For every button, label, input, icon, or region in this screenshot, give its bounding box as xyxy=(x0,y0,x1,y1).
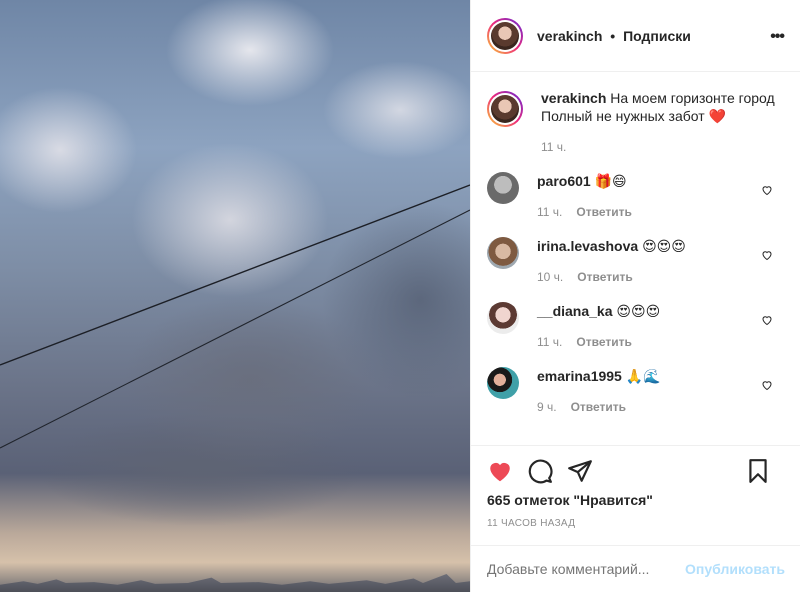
caption: verakinch На моем горизонте город Полный… xyxy=(487,89,785,154)
separator-dot: • xyxy=(610,27,616,44)
comment-text: 🙏🌊 xyxy=(625,369,661,385)
like-comment-heart-icon[interactable] xyxy=(761,249,773,261)
post-timestamp: 11 ЧАСОВ НАЗАД xyxy=(487,518,576,529)
comment-username[interactable]: irina.levashova xyxy=(537,238,638,254)
post-header: verakinch • Подписки ••• xyxy=(471,0,800,72)
comment-item: paro601 🎁😄 11 ч. Ответить xyxy=(487,172,785,219)
share-icon[interactable] xyxy=(567,458,593,484)
likes-count[interactable]: 665 отметок "Нравится" xyxy=(487,492,785,508)
comment-text: 🎁😄 xyxy=(594,174,627,190)
comment-item: irina.levashova 😍😍😍 10 ч. Ответить xyxy=(487,237,785,284)
comment-item: __diana_ka 😍😍😍 11 ч. Ответить xyxy=(487,302,785,349)
caption-avatar[interactable] xyxy=(487,91,523,127)
more-horizontal-icon[interactable]: ••• xyxy=(770,28,785,46)
add-comment-bar: Опубликовать xyxy=(471,545,800,592)
reply-button[interactable]: Ответить xyxy=(577,270,632,284)
comment-avatar[interactable] xyxy=(487,237,519,269)
post-photo[interactable] xyxy=(0,0,470,592)
comment-username[interactable]: paro601 xyxy=(537,173,591,189)
following-button[interactable]: Подписки xyxy=(623,28,691,44)
like-heart-icon[interactable] xyxy=(487,458,513,484)
comment-time: 11 ч. xyxy=(537,205,563,219)
power-lines xyxy=(0,184,470,449)
like-comment-heart-icon[interactable] xyxy=(761,184,773,196)
reply-button[interactable]: Ответить xyxy=(576,335,631,349)
comment-icon[interactable] xyxy=(527,458,553,484)
comment-time: 9 ч. xyxy=(537,400,557,414)
comment-time: 11 ч. xyxy=(537,335,563,349)
comment-item: emarina1995 🙏🌊 9 ч. Ответить xyxy=(487,367,785,414)
like-comment-heart-icon[interactable] xyxy=(761,379,773,391)
comments-list[interactable]: verakinch На моем горизонте город Полный… xyxy=(471,73,800,445)
comment-time: 10 ч. xyxy=(537,270,564,284)
comment-text: 😍😍😍 xyxy=(616,304,661,320)
caption-username[interactable]: verakinch xyxy=(541,90,606,106)
post-comment-button[interactable]: Опубликовать xyxy=(685,561,785,577)
header-username-row: verakinch • Подписки xyxy=(537,28,691,44)
comment-avatar[interactable] xyxy=(487,302,519,334)
avatar[interactable] xyxy=(487,17,523,54)
comment-username[interactable]: __diana_ka xyxy=(537,303,613,319)
comment-input[interactable] xyxy=(487,561,686,577)
heart-emoji: ❤️ xyxy=(708,109,727,125)
post-actions: 665 отметок "Нравится" 11 ЧАСОВ НАЗАД xyxy=(471,445,800,545)
comment-username[interactable]: emarina1995 xyxy=(537,368,622,384)
reply-button[interactable]: Ответить xyxy=(576,205,631,219)
reply-button[interactable]: Ответить xyxy=(571,400,626,414)
post-sidebar: verakinch • Подписки ••• verakinch На мо… xyxy=(470,0,800,592)
comment-text: 😍😍😍 xyxy=(642,239,686,255)
like-comment-heart-icon[interactable] xyxy=(761,314,773,326)
caption-time: 11 ч. xyxy=(541,140,567,154)
header-username[interactable]: verakinch xyxy=(537,28,602,44)
comment-avatar[interactable] xyxy=(487,367,519,399)
bookmark-icon[interactable] xyxy=(745,458,771,484)
comment-avatar[interactable] xyxy=(487,172,519,204)
